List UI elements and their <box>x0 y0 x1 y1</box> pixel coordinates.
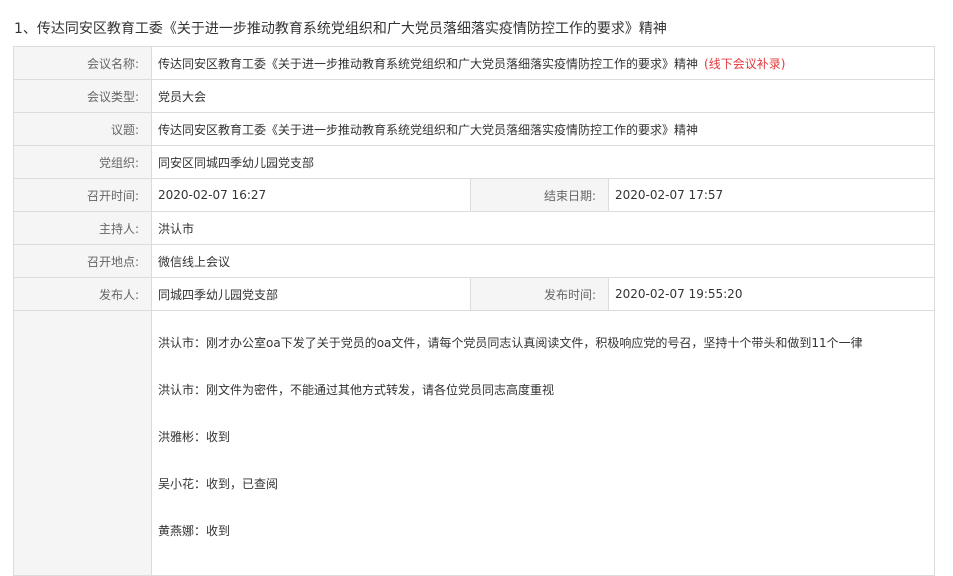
row-meeting-type: 会议类型: 党员大会 <box>13 79 936 113</box>
row-location: 召开地点: 微信线上会议 <box>13 244 936 278</box>
page-title: 1、传达同安区教育工委《关于进一步推动教育系统党组织和广大党员落细落实疫情防控工… <box>14 21 667 37</box>
party-org-value: 同安区同城四季幼儿园党支部 <box>150 145 936 179</box>
message-item: 洪雅彬：收到 <box>158 430 231 444</box>
row-host: 主持人: 洪认市 <box>13 211 936 245</box>
message-item: 洪认市：刚才办公室oa下发了关于党员的oa文件，请每个党员同志认真阅读文件，积极… <box>158 336 863 350</box>
message-item: 洪认市：刚文件为密件，不能通过其他方式转发，请各位党员同志高度重视 <box>158 383 555 397</box>
end-date-label: 结束日期: <box>470 178 609 212</box>
content-cell: 洪认市：刚才办公室oa下发了关于党员的oa文件，请每个党员同志认真阅读文件，积极… <box>150 310 936 576</box>
row-topic: 议题: 传达同安区教育工委《关于进一步推动教育系统党组织和广大党员落细落实疫情防… <box>13 112 936 146</box>
topic-value: 传达同安区教育工委《关于进一步推动教育系统党组织和广大党员落细落实疫情防控工作的… <box>150 112 936 146</box>
publish-time-label: 发布时间: <box>470 277 609 311</box>
start-time-value: 2020-02-07 16:27 <box>151 178 471 212</box>
offline-note: (线下会议补录) <box>704 56 786 71</box>
row-publisher: 发布人: 同城四季幼儿园党支部 发布时间: 2020-02-07 19:55:2… <box>13 277 936 311</box>
meeting-type-label: 会议类型: <box>13 79 152 113</box>
meeting-name-cell: 传达同安区教育工委《关于进一步推动教育系统党组织和广大党员落细落实疫情防控工作的… <box>150 46 936 80</box>
message-item: 吴小花：收到，已查阅 <box>158 477 279 491</box>
location-label: 召开地点: <box>13 244 152 278</box>
location-value: 微信线上会议 <box>150 244 936 278</box>
message-item: 黄燕娜：收到 <box>158 524 231 538</box>
start-time-label: 召开时间: <box>13 178 152 212</box>
meeting-info-table: 会议名称: 传达同安区教育工委《关于进一步推动教育系统党组织和广大党员落细落实疫… <box>13 46 936 576</box>
content-label-cell <box>13 310 152 576</box>
row-content: 洪认市：刚才办公室oa下发了关于党员的oa文件，请每个党员同志认真阅读文件，积极… <box>13 310 936 576</box>
meeting-name-label: 会议名称: <box>13 46 152 80</box>
host-value: 洪认市 <box>150 211 936 245</box>
party-org-label: 党组织: <box>13 145 152 179</box>
meeting-name-value: 传达同安区教育工委《关于进一步推动教育系统党组织和广大党员落细落实疫情防控工作的… <box>158 56 699 71</box>
publisher-value: 同城四季幼儿园党支部 <box>151 277 471 311</box>
host-label: 主持人: <box>13 211 152 245</box>
publisher-label: 发布人: <box>13 277 152 311</box>
row-time: 召开时间: 2020-02-07 16:27 结束日期: 2020-02-07 … <box>13 178 936 212</box>
publish-time-value: 2020-02-07 19:55:20 <box>607 277 936 311</box>
row-meeting-name: 会议名称: 传达同安区教育工委《关于进一步推动教育系统党组织和广大党员落细落实疫… <box>13 46 936 80</box>
topic-label: 议题: <box>13 112 152 146</box>
meeting-type-value: 党员大会 <box>150 79 936 113</box>
end-date-value: 2020-02-07 17:57 <box>607 178 936 212</box>
row-party-org: 党组织: 同安区同城四季幼儿园党支部 <box>13 145 936 179</box>
